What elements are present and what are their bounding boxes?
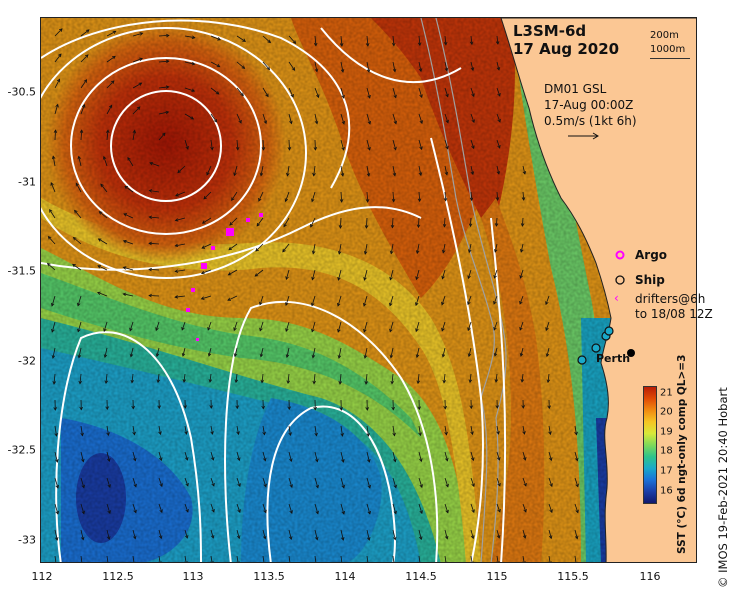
lat-tick: -30.5	[7, 85, 36, 99]
colorbar-tick-21: 21	[660, 387, 673, 399]
sst-colorbar	[643, 386, 657, 504]
lon-tick: 113.5	[253, 570, 285, 583]
colorbar-tick-20: 20	[660, 406, 673, 418]
credit-text: © IMOS 19-Feb-2021 20:40 Hobart	[716, 387, 730, 588]
legend-drifters-period: to 18/08 12Z	[635, 307, 713, 321]
colorbar-tick-19: 19	[660, 426, 673, 438]
lon-tick: 115	[486, 570, 508, 583]
legend-argo: Argo	[635, 248, 668, 262]
colorbar-tick-18: 18	[660, 445, 673, 457]
velocity-arrowhead	[419, 563, 422, 564]
ship-marker	[577, 355, 587, 365]
lon-tick: 112.5	[102, 570, 134, 583]
lat-tick: -31	[18, 175, 36, 189]
vector-source: DM01 GSL	[544, 82, 607, 96]
velocity-arrowhead	[264, 561, 266, 562]
drifter-segment	[226, 228, 234, 236]
map-title: L3SM-6d	[513, 22, 587, 40]
lat-tick: -31.5	[7, 264, 36, 278]
lon-tick: 114.5	[405, 570, 437, 583]
velocity-arrowhead	[134, 561, 136, 562]
drifter-segment	[259, 213, 263, 217]
legend-drifters: drifters@6h	[635, 292, 706, 306]
ship-legend-icon	[615, 275, 625, 285]
drifter-segment	[186, 308, 190, 312]
velocity-arrowhead	[576, 561, 578, 562]
colorbar-tick-17: 17	[660, 465, 673, 477]
contour-scale-a: 200m	[650, 30, 679, 41]
drifter-segment	[211, 246, 215, 250]
drifter-segment	[246, 218, 250, 222]
place-label-perth: Perth	[596, 352, 631, 365]
velocity-arrowhead	[289, 562, 292, 563]
lon-tick: 115.5	[557, 570, 589, 583]
velocity-arrow	[149, 295, 160, 297]
argo-legend-icon	[615, 250, 625, 260]
drifter-segment	[201, 263, 207, 269]
velocity-arrow	[288, 139, 290, 150]
drifter-segment	[191, 288, 195, 292]
colorbar-tick-16: 16	[660, 485, 673, 497]
lon-tick: 116	[639, 570, 661, 583]
colorbar-label: SST (°C) 6d ngt-only comp QL>=3	[676, 354, 688, 554]
ship-marker	[604, 326, 614, 336]
velocity-arrowhead	[446, 561, 448, 562]
drifter-legend-icon: ‹	[614, 291, 619, 305]
contour-scale-b: 1000m	[650, 44, 686, 55]
lat-tick: -32.5	[7, 443, 36, 457]
velocity-arrowhead	[107, 562, 110, 563]
vector-scale-arrow	[568, 132, 599, 140]
vector-scale: 0.5m/s (1kt 6h)	[544, 114, 637, 128]
lon-tick: 113	[182, 570, 204, 583]
legend-ship: Ship	[635, 273, 665, 287]
lat-tick: -33	[18, 533, 36, 547]
lon-tick: 114	[334, 570, 356, 583]
lon-tick: 112	[31, 570, 53, 583]
map-date: 17 Aug 2020	[513, 40, 620, 58]
drifter-segment	[196, 338, 199, 341]
lat-tick: -32	[18, 354, 36, 368]
ship-marker	[591, 343, 601, 353]
vector-time: 17-Aug 00:00Z	[544, 98, 634, 112]
scale-bar	[650, 58, 690, 59]
